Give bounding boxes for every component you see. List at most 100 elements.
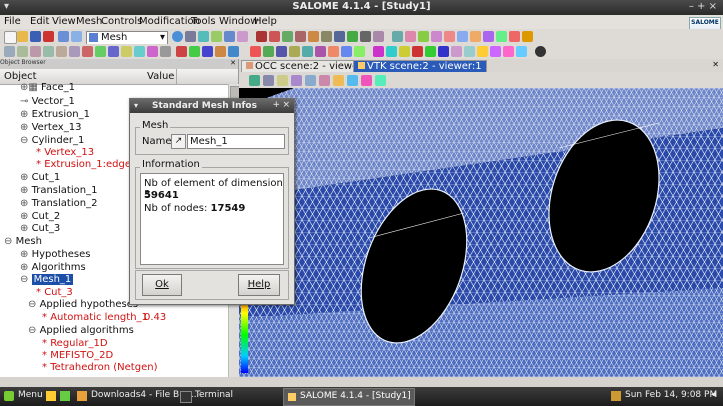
translate-icon[interactable] <box>250 46 261 57</box>
extrusion-icon[interactable] <box>341 46 352 57</box>
reset-view-icon[interactable] <box>333 75 344 86</box>
minimum-angle-icon[interactable] <box>82 46 93 57</box>
fit-all-icon[interactable] <box>277 75 288 86</box>
aspect-3d-icon[interactable] <box>134 46 145 57</box>
visu-icon[interactable] <box>224 31 235 42</box>
add-edge-icon[interactable] <box>189 46 200 57</box>
files-launcher-icon[interactable] <box>46 391 56 401</box>
tree-item[interactable]: ⊕▦ Face_1 <box>20 82 75 94</box>
smoothing-icon[interactable] <box>328 46 339 57</box>
symmetry-icon[interactable] <box>276 46 287 57</box>
clip-icon[interactable] <box>516 46 527 57</box>
menu-window[interactable]: Window <box>219 16 258 27</box>
scalar-bar-icon[interactable] <box>160 46 171 57</box>
help-button[interactable]: Help <box>238 274 280 296</box>
aspect-ratio-icon[interactable] <box>69 46 80 57</box>
dialog-maximize-icon[interactable]: + <box>272 100 280 110</box>
face-icon[interactable] <box>147 46 158 57</box>
menu-help[interactable]: Help <box>254 16 277 27</box>
revolution-icon[interactable] <box>354 46 365 57</box>
area-icon[interactable] <box>43 46 54 57</box>
split-icon[interactable] <box>399 46 410 57</box>
tree-item[interactable]: * Automatic length_1 <box>42 312 148 324</box>
polyhedron-icon[interactable] <box>509 31 520 42</box>
supervisor-icon[interactable] <box>211 31 222 42</box>
volume-icon[interactable] <box>121 46 132 57</box>
length-icon[interactable] <box>30 46 41 57</box>
tree-item[interactable]: ⊕ Vertex_13 <box>20 122 81 134</box>
add-node-icon[interactable] <box>176 46 187 57</box>
cutting-icon[interactable] <box>315 46 326 57</box>
mesh-order-icon[interactable] <box>360 31 371 42</box>
task-terminal[interactable]: Terminal <box>195 390 233 400</box>
rotate-icon[interactable] <box>263 46 274 57</box>
tree-item[interactable]: ⊕ Translation_1 <box>20 185 97 197</box>
viewer-close-icon[interactable]: ✕ <box>712 60 719 69</box>
diagonal-icon[interactable] <box>425 46 436 57</box>
sew-icon[interactable] <box>451 46 462 57</box>
sewing-icon[interactable] <box>522 31 533 42</box>
network-icon[interactable] <box>611 391 621 401</box>
module-selector[interactable]: Mesh ▾ <box>86 31 168 45</box>
quadrangle-icon[interactable] <box>431 31 442 42</box>
zoom-icon[interactable] <box>291 75 302 86</box>
union-icon[interactable] <box>302 46 313 57</box>
renumber-icon[interactable] <box>438 46 449 57</box>
tree-item[interactable]: ⊖ Applied algorithms <box>28 325 134 337</box>
group-icon[interactable] <box>334 31 345 42</box>
column-value[interactable]: Value <box>147 71 174 82</box>
tetra-icon[interactable] <box>457 31 468 42</box>
hypothesis-icon[interactable] <box>308 31 319 42</box>
taper-icon[interactable] <box>56 46 67 57</box>
menu-tools[interactable]: Tools <box>191 16 216 27</box>
create-mesh-icon[interactable] <box>256 31 267 42</box>
tree-item[interactable]: * Regular_1D <box>42 338 108 350</box>
dialog-menu-icon[interactable]: ▾ <box>134 101 138 110</box>
med-icon[interactable] <box>237 31 248 42</box>
tree-item[interactable]: ⊕ Algorithms <box>20 262 86 274</box>
tree-item[interactable]: ⊸ Vector_1 <box>20 96 75 108</box>
select-icon[interactable] <box>503 46 514 57</box>
rotate-view-icon[interactable] <box>319 75 330 86</box>
column-object[interactable]: Object <box>4 71 37 82</box>
warping-icon[interactable] <box>95 46 106 57</box>
menu-file[interactable]: File <box>4 16 21 27</box>
ok-button[interactable]: Ok <box>142 274 182 296</box>
tree-item[interactable]: ⊕ Translation_2 <box>20 198 97 210</box>
tree-item[interactable]: ⊕ Cut_2 <box>20 211 60 223</box>
graduated-axes-icon[interactable] <box>361 75 372 86</box>
menu-view[interactable]: View <box>52 16 76 27</box>
task-salome[interactable]: SALOME 4.1.4 - [Study1] <box>283 388 415 406</box>
tree-item[interactable]: * Vertex_13 <box>36 147 94 159</box>
pyramid-icon[interactable] <box>496 31 507 42</box>
export-icon[interactable] <box>373 31 384 42</box>
paste-icon[interactable] <box>71 31 82 42</box>
dialog-close-icon[interactable]: × <box>282 100 290 110</box>
tree-item[interactable]: ⊖ Applied hypotheses <box>28 299 138 311</box>
column-divider[interactable] <box>176 69 177 84</box>
clock[interactable]: Sun Feb 14, 9:08 PM <box>625 390 717 400</box>
remove-icon[interactable] <box>228 46 239 57</box>
pan-icon[interactable] <box>305 75 316 86</box>
dump-icon[interactable] <box>477 46 488 57</box>
panel-close-icon[interactable]: ✕ <box>230 59 236 67</box>
new-icon[interactable] <box>4 31 17 44</box>
tree-item[interactable]: ⊕ Cut_1 <box>20 172 60 184</box>
algorithm-icon[interactable] <box>321 31 332 42</box>
scaling-icon[interactable] <box>375 75 386 86</box>
tree-item-selected[interactable]: ⊖ Mesh_1 <box>20 274 74 286</box>
tree-item[interactable]: ⊕ Cut_3 <box>20 223 60 235</box>
tree-item[interactable]: ⊕ Hypotheses <box>20 249 90 261</box>
mesh-info-icon[interactable] <box>347 31 358 42</box>
menu-controls[interactable]: Controls <box>101 16 142 27</box>
window-controls[interactable]: – + × <box>689 1 717 12</box>
polygon-icon[interactable] <box>444 31 455 42</box>
multi-connection-icon[interactable] <box>17 46 28 57</box>
tree-item[interactable]: * Cut_3 <box>36 287 73 299</box>
edge-icon[interactable] <box>405 31 416 42</box>
mesh-name-field[interactable]: Mesh_1 <box>187 134 285 149</box>
open-icon[interactable] <box>17 31 28 42</box>
compute-icon[interactable] <box>295 31 306 42</box>
free-borders-icon[interactable] <box>4 46 15 57</box>
volume-icon[interactable]: ◂ <box>711 389 716 400</box>
